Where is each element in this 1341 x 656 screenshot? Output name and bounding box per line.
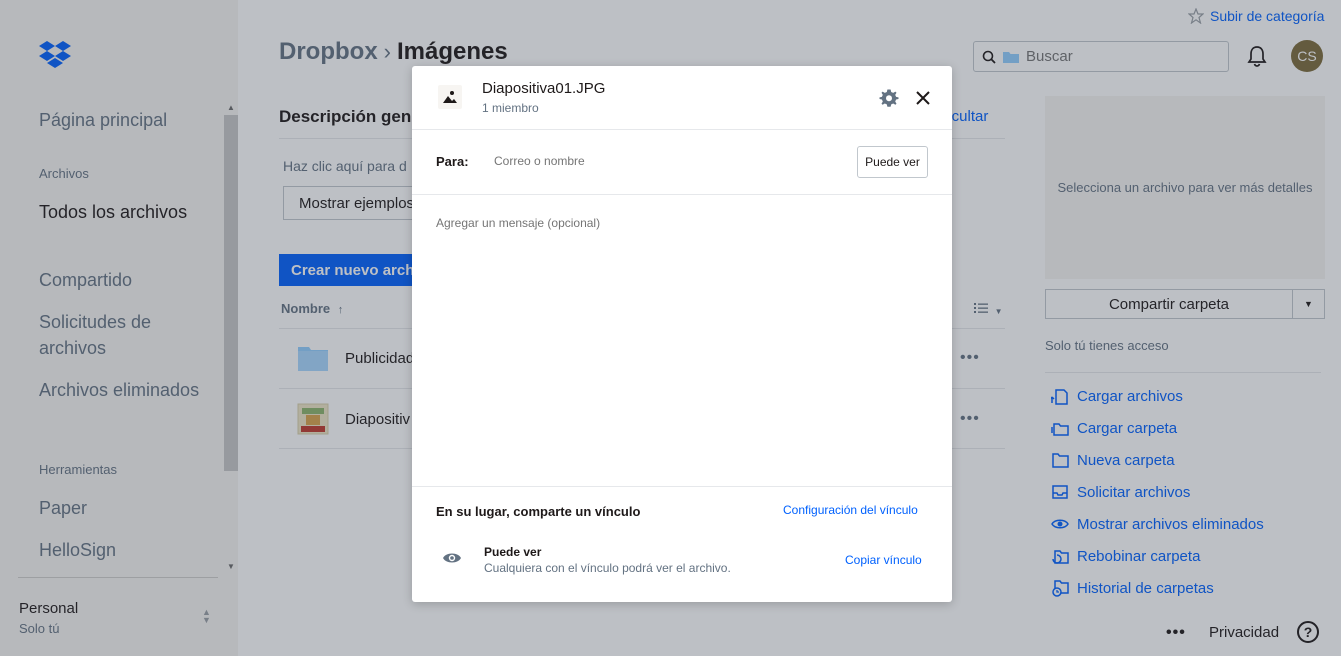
to-label: Para: (436, 154, 469, 169)
link-permission-description: Cualquiera con el vínculo podrá ver el a… (484, 561, 731, 575)
dialog-divider (412, 194, 952, 195)
share-link-section-title: En su lugar, comparte un vínculo (436, 504, 641, 519)
image-file-icon (438, 85, 462, 109)
message-textarea[interactable] (436, 216, 926, 476)
dialog-file-name: Diapositiva01.JPG (482, 80, 606, 97)
dialog-divider (412, 129, 952, 130)
share-file-dialog: Diapositiva01.JPG 1 miembro Para: Puede … (412, 66, 952, 602)
link-settings-link[interactable]: Configuración del vínculo (783, 503, 918, 517)
dialog-members[interactable]: 1 miembro (482, 101, 539, 115)
eye-icon (443, 553, 461, 563)
close-icon[interactable] (913, 88, 933, 108)
copy-link-button[interactable]: Copiar vínculo (845, 553, 922, 567)
dialog-divider (412, 486, 952, 487)
recipient-input[interactable] (494, 150, 844, 172)
gear-icon[interactable] (879, 88, 899, 108)
permission-dropdown-button[interactable]: Puede ver (857, 146, 928, 178)
link-permission-label: Puede ver (484, 545, 542, 559)
